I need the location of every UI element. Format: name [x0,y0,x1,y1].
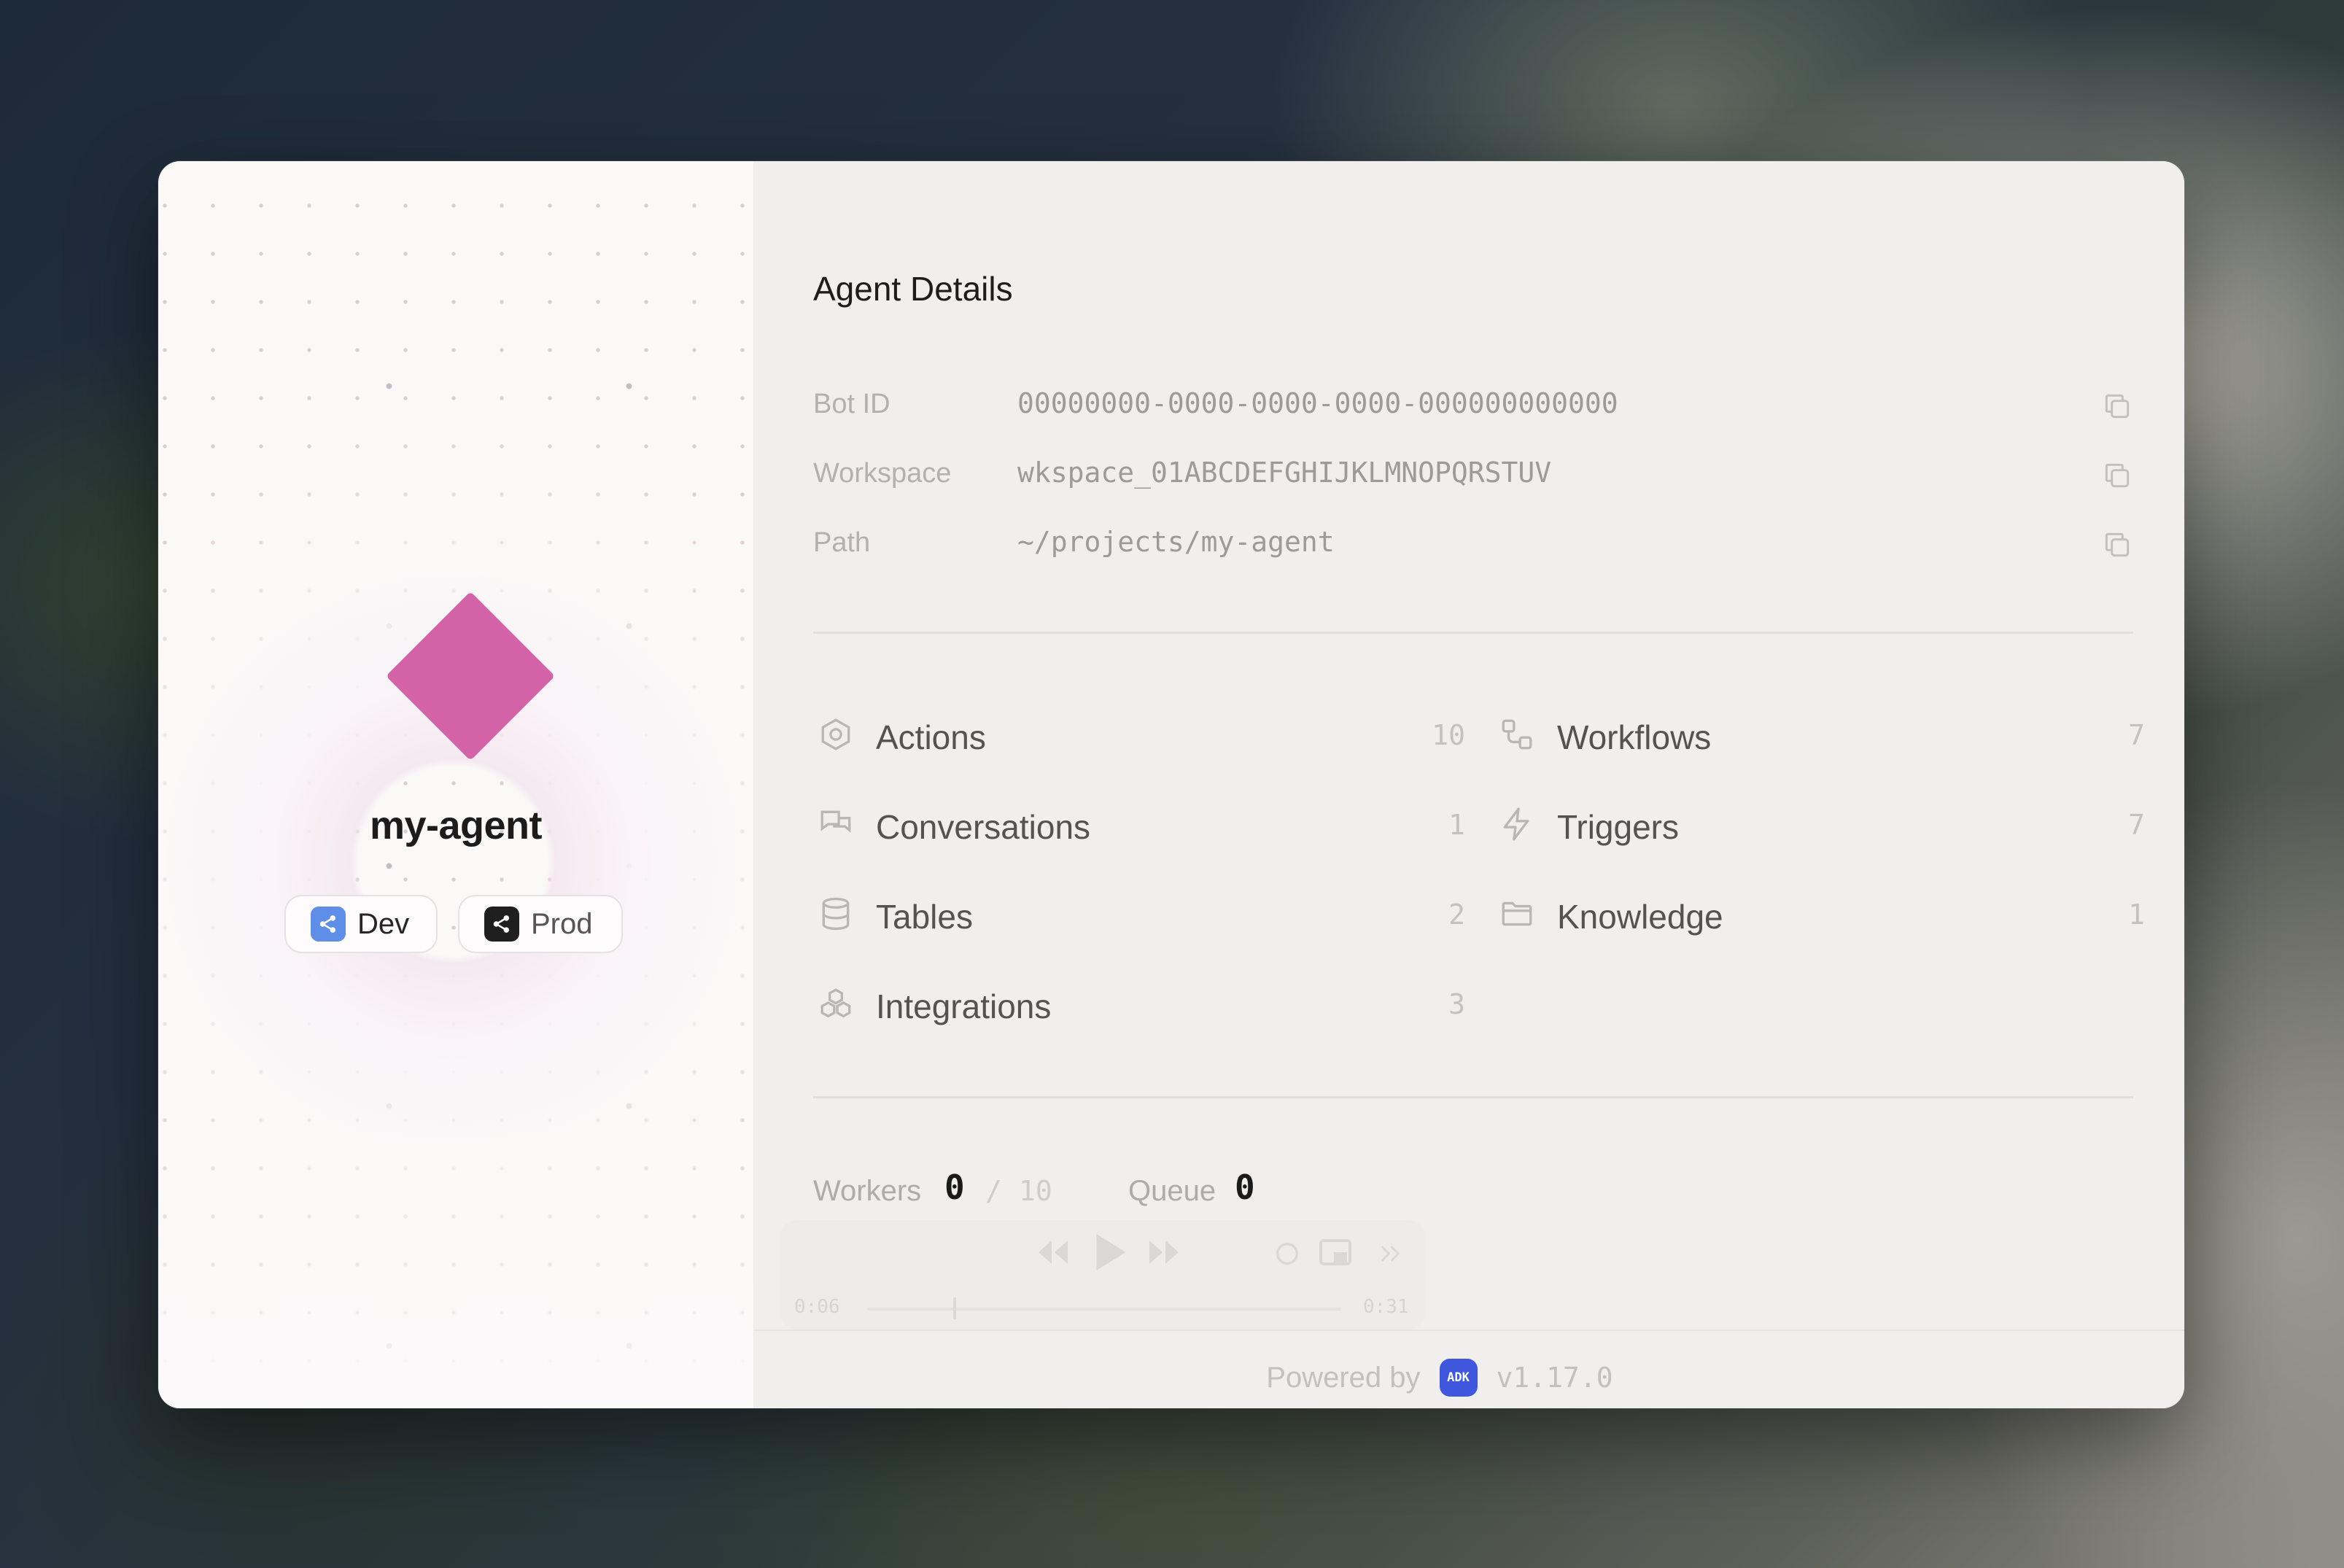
stat-conversations[interactable]: Conversations 1 [818,799,1465,850]
detail-label: Workspace [813,458,952,489]
section-title: Agent Details [813,270,1013,308]
detail-value: ~/projects/my-agent [1017,526,1335,558]
panel-fade [158,1109,753,1408]
detail-value: wkspace_01ABCDEFGHIJKLMNOPQRSTUV [1017,457,1552,489]
copy-icon[interactable] [2101,529,2133,561]
lightning-icon [1503,807,1529,841]
workers-max: 10 [1019,1175,1052,1207]
stat-knowledge[interactable]: Knowledge 1 [1499,888,2145,939]
stat-name: Tables [876,898,973,936]
stat-name: Actions [876,718,986,756]
progress-knob[interactable] [953,1297,956,1319]
footer-divider [753,1330,2184,1331]
workers-separator: / [985,1175,1002,1207]
env-prod-button[interactable]: Prod [458,895,623,953]
detail-row-bot-id: Bot ID 00000000-0000-0000-0000-000000000… [813,384,2133,428]
detail-value: 00000000-0000-0000-0000-000000000000 [1017,387,1618,419]
copy-icon[interactable] [2101,459,2133,492]
folder-icon [1502,901,1532,926]
detail-row-workspace: Workspace wkspace_01ABCDEFGHIJKLMNOPQRST… [813,454,2133,497]
picture-in-picture-icon[interactable] [1318,1238,1353,1270]
divider [813,1096,2133,1098]
footer: Powered by ADK v1.17.0 [724,1356,2155,1400]
stat-count: 3 [1448,988,1465,1020]
env-prod-label: Prod [531,907,593,940]
powered-by-label: Powered by [1266,1361,1421,1394]
agent-name: my-agent [369,804,543,847]
media-player: 0:06 0:31 [780,1220,1426,1330]
more-chevron-icon[interactable] [1378,1242,1402,1265]
workers-value: 0 [944,1168,965,1207]
fast-forward-icon[interactable] [1146,1238,1182,1267]
stat-count: 10 [1432,719,1465,751]
stat-name: Knowledge [1557,898,1723,936]
stat-tables[interactable]: Tables 2 [818,888,1465,939]
stat-count: 7 [2128,719,2145,751]
detail-label: Path [813,527,871,558]
workers-label: Workers [813,1175,922,1207]
detail-label: Bot ID [813,389,890,419]
stat-name: Workflows [1557,718,1712,756]
version-label: v1.17.0 [1496,1362,1613,1394]
copy-icon[interactable] [2101,390,2133,422]
runtime-metrics: Workers 0 / 10 Queue 0 [813,1165,1542,1216]
queue-label: Queue [1128,1175,1216,1207]
stat-name: Integrations [876,987,1052,1025]
share-icon [311,907,346,942]
divider [813,632,2133,634]
database-icon [822,897,850,931]
progress-track[interactable] [867,1308,1341,1311]
env-dev-button[interactable]: Dev [284,895,438,953]
adk-logo-icon: ADK [1439,1359,1478,1397]
airplay-icon[interactable] [1273,1239,1302,1268]
stat-workflows[interactable]: Workflows 7 [1499,709,2145,760]
env-dev-label: Dev [357,907,410,940]
stat-name: Triggers [1557,808,1679,846]
share-icon [484,907,519,942]
queue-value: 0 [1235,1168,1255,1207]
detail-row-path: Path ~/projects/my-agent [813,523,2133,567]
time-elapsed: 0:06 [794,1296,840,1318]
play-icon[interactable] [1089,1230,1130,1274]
rewind-icon[interactable] [1035,1238,1071,1267]
stat-count: 7 [2128,809,2145,841]
agent-details-panel: Agent Details Bot ID 00000000-0000-0000-… [753,161,2184,1408]
hexagon-icon [821,718,850,750]
stat-count: 1 [1448,809,1465,841]
stat-triggers[interactable]: Triggers 7 [1499,799,2145,850]
agent-identity-panel: my-agent Dev Prod [158,161,753,1408]
stat-count: 2 [1448,899,1465,931]
stat-integrations[interactable]: Integrations 3 [818,978,1465,1029]
agent-card: my-agent Dev Prod Agent Details Bot ID 0… [158,161,2184,1408]
stat-count: 1 [2128,899,2145,931]
stat-actions[interactable]: Actions 10 [818,709,1465,760]
stat-name: Conversations [876,808,1091,846]
boxes-icon [820,988,851,1018]
time-total: 0:31 [1363,1296,1409,1318]
chat-bubbles-icon [820,810,851,833]
workflow-icon [1502,719,1532,750]
